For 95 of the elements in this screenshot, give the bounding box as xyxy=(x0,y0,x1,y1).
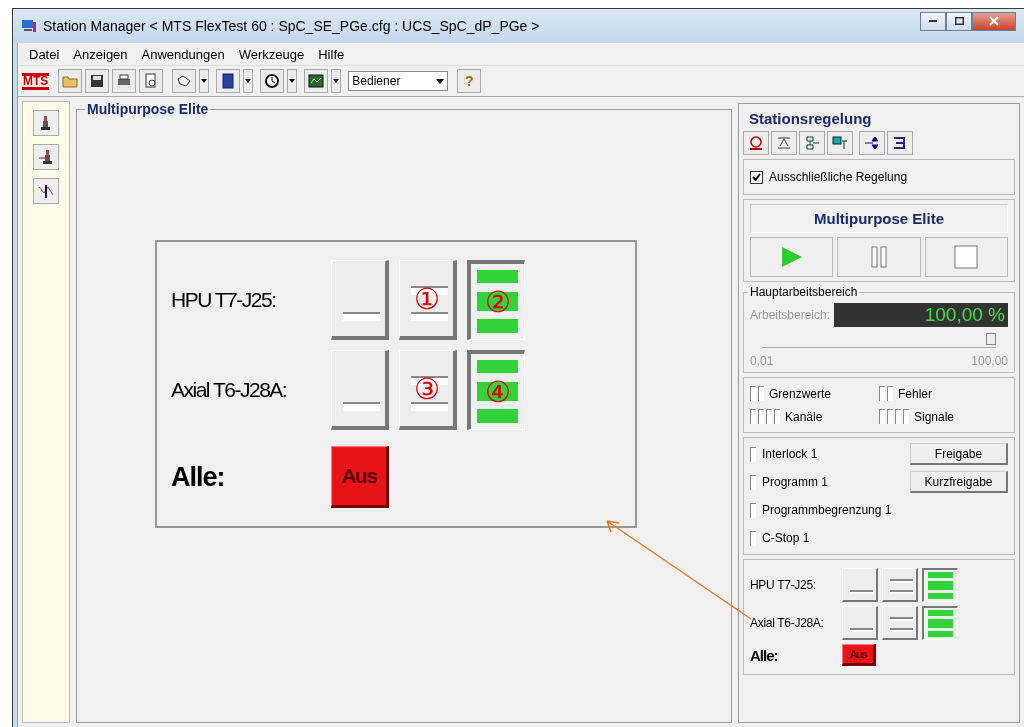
role-dropdown[interactable]: Bediener xyxy=(348,71,449,91)
hand-tool-button[interactable] xyxy=(172,69,197,93)
annotation-number: ④ xyxy=(484,377,511,406)
indicator-label: Kanäle xyxy=(785,409,823,424)
all-label: Alle: xyxy=(750,646,779,664)
section-title: Hauptarbeitsbereich xyxy=(748,285,860,299)
print-button[interactable] xyxy=(112,69,137,93)
interlock-label: Programm 1 xyxy=(762,475,829,489)
high-pressure-button[interactable] xyxy=(882,568,918,602)
close-icon xyxy=(989,16,999,26)
dropdown-button[interactable] xyxy=(243,69,254,93)
interlock-label: C-Stop 1 xyxy=(762,531,810,545)
indicator-label: Signale xyxy=(914,409,955,424)
arrows-icon xyxy=(864,135,880,151)
dropdown-button[interactable] xyxy=(199,69,210,93)
range-slider[interactable] xyxy=(762,333,996,348)
stop-icon xyxy=(954,245,979,269)
caret-icon xyxy=(245,79,252,83)
actuator-button[interactable] xyxy=(33,110,59,136)
panel-title: Stationsregelung xyxy=(748,110,873,127)
notebook-button[interactable] xyxy=(216,69,241,93)
interlock-lamp xyxy=(750,446,756,462)
indicator-label: Grenzwerte xyxy=(769,386,832,401)
low-pressure-button[interactable] xyxy=(331,350,389,430)
actuator-button[interactable] xyxy=(33,144,59,170)
hpu-label: HPU T7-J25: xyxy=(750,578,817,592)
low-pressure-button[interactable] xyxy=(331,260,389,340)
range-max: 100,00 xyxy=(971,354,1008,368)
interlock-label: Programmbegrenzung 1 xyxy=(762,503,892,517)
close-button[interactable] xyxy=(972,11,1016,31)
low-pressure-button[interactable] xyxy=(842,568,878,602)
actuator-icon xyxy=(38,149,54,165)
hpu-label: Axial T6-J28A: xyxy=(171,378,288,402)
menu-item[interactable]: Anwendungen xyxy=(134,46,232,62)
network-icon xyxy=(804,135,820,151)
clock-button[interactable] xyxy=(260,69,285,93)
high-pressure-button[interactable]: ③ xyxy=(399,350,457,430)
all-label: Alle: xyxy=(171,461,226,493)
reset-button[interactable]: Kurzfreigabe xyxy=(910,471,1008,493)
tool-button[interactable] xyxy=(827,131,853,155)
interlock-lamp xyxy=(750,502,756,518)
clock-icon xyxy=(264,73,281,89)
high-pressure-button[interactable] xyxy=(882,606,918,640)
range-readout: 100,00 % xyxy=(834,303,1008,327)
save-button[interactable] xyxy=(85,69,110,93)
ring-icon xyxy=(748,135,764,151)
range-label: Arbeitsbereich: xyxy=(750,308,831,322)
caret-icon xyxy=(289,79,296,83)
panel-title: Multipurpose Elite xyxy=(85,101,211,117)
indicator-label: Fehler xyxy=(898,386,932,401)
interlock-lamp xyxy=(750,530,756,546)
annotation-number: ② xyxy=(484,287,511,316)
annotation-number: ① xyxy=(413,284,440,313)
minimize-icon xyxy=(929,20,937,22)
print-preview-button[interactable] xyxy=(139,69,164,93)
reset-button[interactable]: Freigabe xyxy=(910,443,1008,465)
menu-item[interactable]: Werkzeuge xyxy=(231,46,312,62)
logo: MTS xyxy=(22,72,50,90)
checkbox[interactable] xyxy=(750,170,763,184)
hpu-label: Axial T6-J28A: xyxy=(750,616,825,630)
computer-icon xyxy=(832,135,848,151)
notebook-icon xyxy=(220,73,237,89)
maximize-button[interactable] xyxy=(946,11,972,31)
computer-icon xyxy=(21,18,37,34)
scope-button[interactable] xyxy=(304,69,329,93)
minimize-button[interactable] xyxy=(920,11,946,31)
dropdown-button[interactable] xyxy=(331,69,342,93)
menu-item[interactable]: Hilfe xyxy=(311,46,352,62)
maximize-icon xyxy=(954,17,964,25)
annotation-number: ③ xyxy=(413,374,440,403)
slider-thumb[interactable] xyxy=(986,333,996,345)
signal-icon xyxy=(38,183,54,199)
tool-button[interactable] xyxy=(859,131,885,155)
tool-button[interactable] xyxy=(887,131,913,155)
interlock-label: Interlock 1 xyxy=(762,447,818,461)
high-pressure-button[interactable]: ① xyxy=(399,260,457,340)
window-title: Station Manager < MTS FlexTest 60 : SpC_SE_PGe.cfg : UCS_SpC_dP_PGe > xyxy=(43,18,540,34)
play-icon xyxy=(779,245,804,269)
dropdown-button[interactable] xyxy=(287,69,298,93)
pause-icon xyxy=(871,246,887,268)
menu-item[interactable]: Datei xyxy=(22,46,67,62)
caret-icon xyxy=(333,79,340,83)
low-pressure-button[interactable] xyxy=(842,606,878,640)
menu-item[interactable]: Anzeigen xyxy=(66,46,135,62)
caret-icon xyxy=(201,79,208,83)
station-name: Multipurpose Elite xyxy=(750,204,1008,233)
signal-button[interactable] xyxy=(33,178,59,204)
hpu-label: HPU T7-J25: xyxy=(171,288,277,312)
check-icon xyxy=(752,173,761,181)
folder-icon xyxy=(62,73,79,89)
help-button[interactable]: ? xyxy=(457,69,482,93)
tool-button[interactable] xyxy=(743,131,769,155)
range-min: 0,01 xyxy=(750,354,774,368)
monitor-icon xyxy=(308,73,325,89)
interlock-lamp xyxy=(750,474,756,490)
